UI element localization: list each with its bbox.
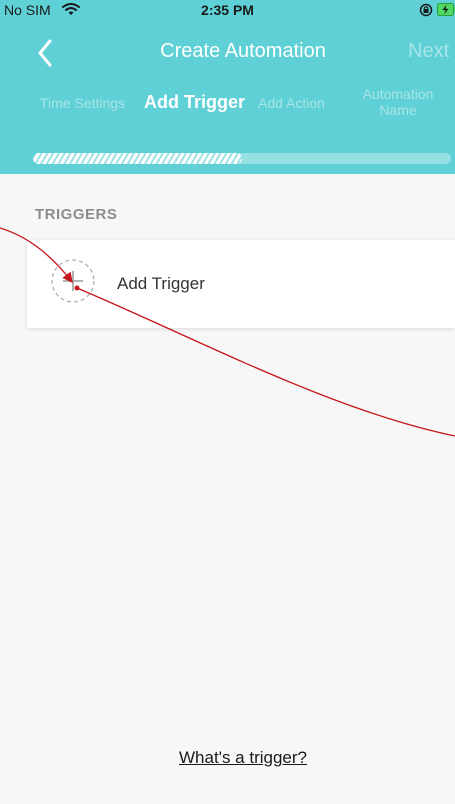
battery-charging-icon [437, 3, 455, 16]
step-add-action[interactable]: Add Action [258, 95, 325, 111]
step-add-trigger[interactable]: Add Trigger [144, 92, 245, 113]
step-automation-name[interactable]: Automation Name [350, 86, 446, 118]
progress-bar-fill [33, 153, 242, 164]
triggers-section-label: TRIGGERS [35, 206, 118, 223]
next-button[interactable]: Next [408, 40, 449, 63]
status-time: 2:35 PM [201, 2, 254, 18]
step-time-settings[interactable]: Time Settings [40, 95, 125, 111]
main-content: TRIGGERS Add Trigger What's a trigger? [0, 174, 455, 804]
progress-bar [33, 153, 451, 164]
header: No SIM 2:35 PM Create Automation Next Ti… [0, 0, 455, 174]
orientation-lock-icon [419, 3, 433, 17]
add-trigger-card[interactable]: Add Trigger [27, 240, 455, 328]
add-trigger-label: Add Trigger [117, 274, 205, 293]
page-title: Create Automation [160, 40, 326, 62]
plus-circle-icon [51, 259, 95, 303]
whats-a-trigger-link[interactable]: What's a trigger? [0, 748, 455, 768]
status-bar: No SIM 2:35 PM [0, 0, 455, 22]
